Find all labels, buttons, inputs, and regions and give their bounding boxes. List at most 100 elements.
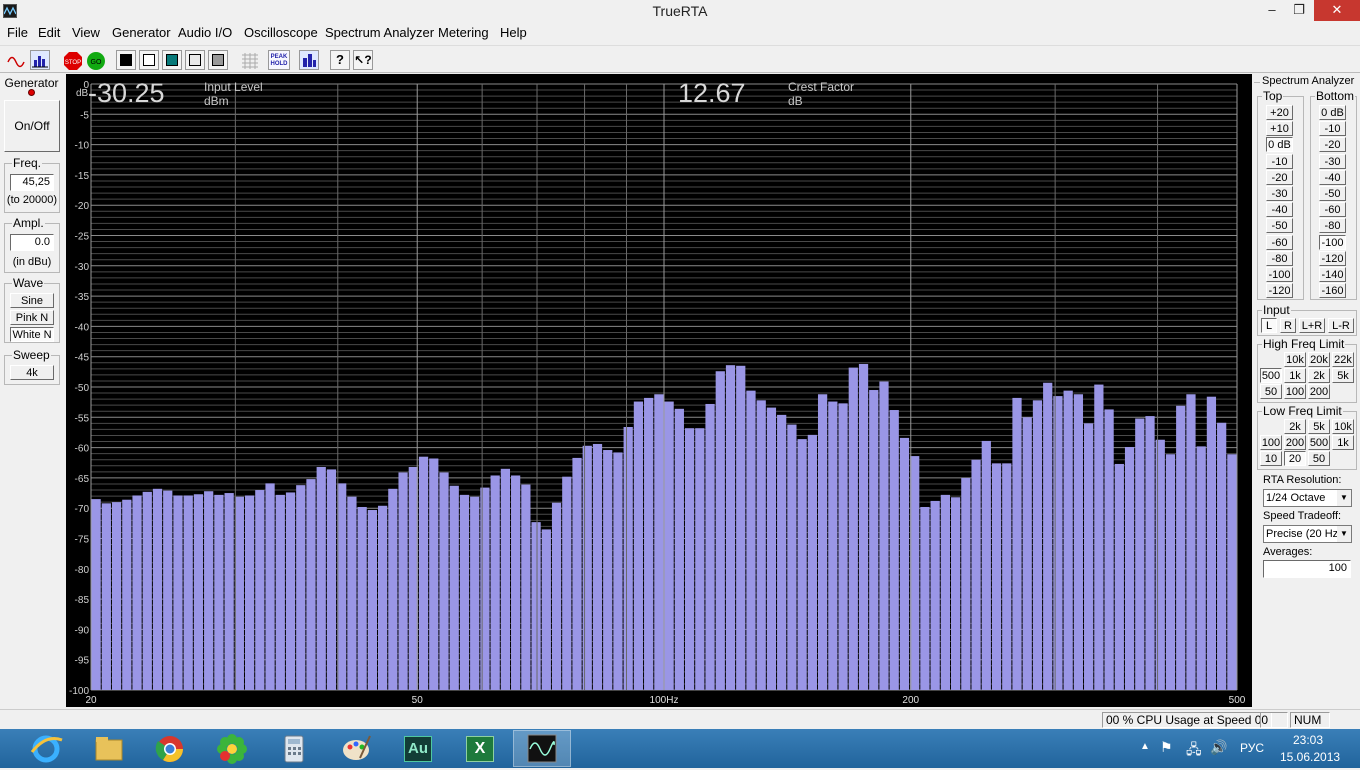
calculator-icon[interactable] xyxy=(265,730,323,767)
freq-input[interactable]: 45,25 xyxy=(10,174,54,191)
truerta-icon[interactable] xyxy=(513,730,571,767)
low-freq-button[interactable]: 500 xyxy=(1308,435,1330,450)
top-level-button[interactable]: -10 xyxy=(1266,153,1293,169)
menu-oscilloscope[interactable]: Oscilloscope xyxy=(244,25,318,40)
ampl-input[interactable]: 0.0 xyxy=(10,234,54,251)
spectrum-icon[interactable] xyxy=(30,50,50,70)
low-freq-button[interactable]: 2k xyxy=(1284,419,1306,434)
top-level-button[interactable]: -80 xyxy=(1266,250,1293,266)
go-icon[interactable]: GO xyxy=(85,50,105,70)
generator-onoff-button[interactable]: On/Off xyxy=(4,100,60,152)
audition-icon[interactable]: Au xyxy=(389,730,447,767)
bottom-level-button[interactable]: -50 xyxy=(1319,186,1346,201)
menu-audio-io[interactable]: Audio I/O xyxy=(178,25,232,40)
black-bg-icon[interactable] xyxy=(116,50,136,70)
excel-icon[interactable]: X xyxy=(451,730,509,767)
bottom-level-button[interactable]: -160 xyxy=(1319,283,1346,299)
low-freq-button[interactable]: 1k xyxy=(1332,435,1354,450)
low-freq-button[interactable]: 100 xyxy=(1260,435,1282,450)
clock-time[interactable]: 23:03 xyxy=(1293,733,1323,747)
averages-input[interactable]: 100 xyxy=(1263,560,1351,578)
bottom-level-button[interactable]: -40 xyxy=(1319,169,1346,185)
bottom-level-button[interactable]: -20 xyxy=(1319,137,1346,153)
top-level-button[interactable]: -20 xyxy=(1266,169,1293,185)
bottom-level-button[interactable]: -60 xyxy=(1319,202,1346,218)
menu-metering[interactable]: Metering xyxy=(438,25,489,40)
menu-help[interactable]: Help xyxy=(500,25,527,40)
spectrum-plot[interactable]: 0 -5 -10 -15 -20 -25 -30 -35 -40 -45 -50 -55 -60 -65-… xyxy=(66,74,1252,707)
high-freq-button[interactable]: 22k xyxy=(1332,352,1354,367)
ie-icon[interactable] xyxy=(17,730,75,767)
low-freq-button[interactable]: 50 xyxy=(1308,451,1330,466)
close-button[interactable]: ✕ xyxy=(1314,0,1360,21)
minimize-button[interactable]: – xyxy=(1258,0,1286,21)
rta-resolution-select[interactable]: 1/24 Octave ▼ xyxy=(1263,489,1352,507)
high-freq-button[interactable]: 5k xyxy=(1332,368,1354,383)
high-freq-button[interactable]: 2k xyxy=(1308,368,1330,383)
menu-generator[interactable]: Generator xyxy=(112,25,171,40)
top-level-button[interactable]: 0 dB xyxy=(1266,137,1293,153)
low-freq-button[interactable]: 20 xyxy=(1284,451,1306,466)
peak-hold-icon[interactable]: PEAK HOLD xyxy=(268,50,290,70)
icq-icon[interactable] xyxy=(203,730,261,767)
top-level-button[interactable]: +10 xyxy=(1266,121,1293,137)
bottom-level-button[interactable]: -10 xyxy=(1319,121,1346,137)
input-l-minus-r-button[interactable]: L-R xyxy=(1328,318,1354,333)
top-level-button[interactable]: -120 xyxy=(1266,283,1293,299)
top-level-button[interactable]: -50 xyxy=(1266,218,1293,234)
context-help-icon[interactable]: ↖? xyxy=(353,50,373,70)
chrome-icon[interactable] xyxy=(141,730,199,767)
high-freq-button[interactable]: 1k xyxy=(1284,368,1306,383)
clock-date[interactable]: 15.06.2013 xyxy=(1280,750,1340,764)
top-level-button[interactable]: -30 xyxy=(1266,186,1293,201)
low-freq-button[interactable]: 5k xyxy=(1308,419,1330,434)
language-indicator[interactable]: РУС xyxy=(1240,741,1264,755)
bottom-level-button[interactable]: 0 dB xyxy=(1319,105,1346,120)
input-lr-button[interactable]: L+R xyxy=(1299,318,1325,333)
bar-mode-icon[interactable] xyxy=(299,50,319,70)
bottom-level-button[interactable]: -140 xyxy=(1319,267,1346,282)
menu-spectrum-analyzer[interactable]: Spectrum Analyzer xyxy=(325,25,434,40)
paint-icon[interactable] xyxy=(327,730,385,767)
sine-wave-icon[interactable] xyxy=(6,50,26,70)
wave-sine-button[interactable]: Sine xyxy=(10,293,54,308)
grid-icon[interactable] xyxy=(239,50,259,70)
menu-view[interactable]: View xyxy=(72,25,100,40)
tray-expand-icon[interactable]: ▲ xyxy=(1140,741,1150,752)
menu-edit[interactable]: Edit xyxy=(38,25,60,40)
sweep-button[interactable]: 4k xyxy=(10,365,54,380)
network-icon[interactable]: 🖧 xyxy=(1186,739,1202,763)
top-level-button[interactable]: +20 xyxy=(1266,105,1293,120)
action-center-icon[interactable]: ⚑ xyxy=(1160,739,1173,756)
restore-button[interactable]: ❐ xyxy=(1286,0,1312,21)
help-icon[interactable]: ? xyxy=(330,50,350,70)
input-l-button[interactable]: L xyxy=(1261,318,1277,333)
high-freq-button[interactable]: 10k xyxy=(1284,352,1306,367)
high-freq-button[interactable]: 100 xyxy=(1284,384,1306,399)
low-freq-button[interactable]: 10k xyxy=(1332,419,1354,434)
white-bg-icon[interactable] xyxy=(139,50,159,70)
high-freq-button[interactable]: 200 xyxy=(1308,384,1330,399)
volume-icon[interactable]: 🔊 xyxy=(1210,739,1227,756)
low-freq-button[interactable]: 10 xyxy=(1260,451,1282,466)
menu-file[interactable]: File xyxy=(7,25,28,40)
light-gray-icon[interactable] xyxy=(185,50,205,70)
top-level-button[interactable]: -60 xyxy=(1266,234,1293,250)
teal-bg-icon[interactable] xyxy=(162,50,182,70)
high-freq-button[interactable]: 500 xyxy=(1260,368,1282,383)
bottom-level-button[interactable]: -100 xyxy=(1319,234,1346,250)
speed-tradeoff-select[interactable]: Precise (20 Hz ▼ xyxy=(1263,525,1352,543)
top-level-button[interactable]: -100 xyxy=(1266,267,1293,282)
gray-icon[interactable] xyxy=(208,50,228,70)
low-freq-button[interactable]: 200 xyxy=(1284,435,1306,450)
stop-icon[interactable]: STOP xyxy=(62,50,82,70)
high-freq-button[interactable]: 20k xyxy=(1308,352,1330,367)
explorer-icon[interactable] xyxy=(79,730,137,767)
bottom-level-button[interactable]: -120 xyxy=(1319,250,1346,266)
wave-white-noise-button[interactable]: White N xyxy=(10,327,54,342)
bottom-level-button[interactable]: -80 xyxy=(1319,218,1346,234)
input-r-button[interactable]: R xyxy=(1280,318,1296,333)
high-freq-button[interactable]: 50 xyxy=(1260,384,1282,399)
bottom-level-button[interactable]: -30 xyxy=(1319,153,1346,169)
wave-pink-noise-button[interactable]: Pink N xyxy=(10,310,54,325)
